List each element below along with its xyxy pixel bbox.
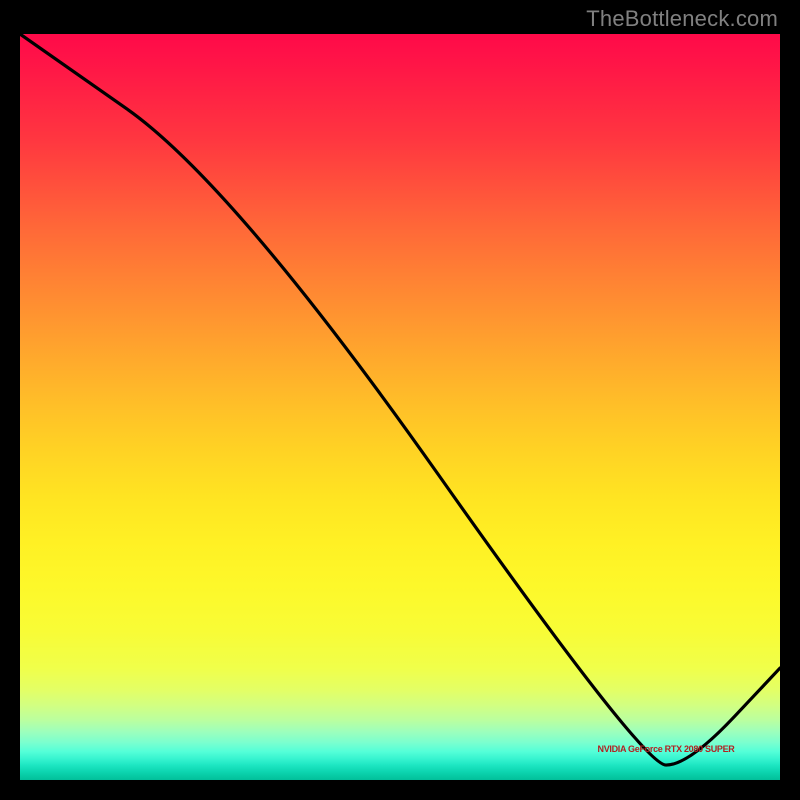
chart-stage: TheBottleneck.com NVIDIA GeForce RTX 208… [0,0,800,800]
plot-area: NVIDIA GeForce RTX 2080 SUPER [20,34,780,780]
line-chart-svg [20,34,780,780]
bottleneck-curve-path [20,34,780,765]
gpu-annotation-label: NVIDIA GeForce RTX 2080 SUPER [597,744,734,754]
attribution-watermark: TheBottleneck.com [586,6,778,32]
